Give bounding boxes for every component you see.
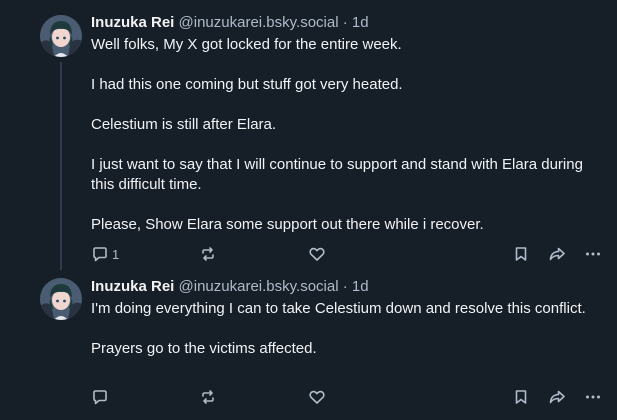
avatar[interactable]	[40, 278, 82, 320]
thread-feed: Inuzuka Rei @inuzukarei.bsky.social · 1d…	[0, 0, 617, 420]
bookmark-button[interactable]	[512, 387, 530, 407]
reply-count: 1	[112, 246, 120, 262]
post-actions	[91, 387, 606, 407]
share-button[interactable]	[548, 387, 566, 407]
reply-button[interactable]: 1	[91, 244, 119, 264]
post-time[interactable]: 1d	[352, 278, 369, 295]
heart-icon	[309, 390, 325, 404]
post-body: Inuzuka Rei @inuzukarei.bsky.social · 1d…	[91, 278, 597, 359]
author-name[interactable]: Inuzuka Rei	[91, 278, 174, 295]
post-text: Well folks, My X got locked for the enti…	[91, 35, 597, 235]
post-paragraph: Prayers go to the victims affected.	[91, 340, 317, 357]
post-paragraph: I just want to say that I will continue …	[91, 156, 583, 193]
post[interactable]: Inuzuka Rei @inuzukarei.bsky.social · 1d…	[0, 264, 617, 410]
post-actions: 1	[91, 244, 606, 264]
repost-button[interactable]	[199, 244, 220, 264]
thread-line	[60, 62, 62, 270]
post-body: Inuzuka Rei @inuzukarei.bsky.social · 1d…	[91, 14, 597, 235]
reply-icon	[93, 390, 107, 405]
avatar[interactable]	[40, 15, 82, 57]
more-button[interactable]	[584, 244, 602, 264]
post-paragraph: Please, Show Elara some support out ther…	[91, 216, 484, 233]
like-button[interactable]	[308, 387, 329, 407]
post-header: Inuzuka Rei @inuzukarei.bsky.social · 1d	[91, 14, 597, 32]
post-paragraph: I had this one coming but stuff got very…	[91, 76, 403, 93]
bookmark-button[interactable]	[512, 244, 530, 264]
more-icon	[586, 252, 600, 256]
repost-button[interactable]	[199, 387, 220, 407]
more-icon	[586, 395, 600, 399]
heart-icon	[309, 247, 325, 261]
author-handle[interactable]: @inuzukarei.bsky.social	[179, 14, 339, 31]
post-time[interactable]: 1d	[352, 14, 369, 31]
author-name[interactable]: Inuzuka Rei	[91, 14, 174, 31]
bookmark-icon	[515, 247, 527, 261]
like-button[interactable]	[308, 244, 329, 264]
reply-icon	[93, 247, 107, 262]
avatar-image	[40, 278, 82, 320]
bookmark-icon	[515, 390, 527, 404]
separator-dot: ·	[342, 278, 348, 295]
more-button[interactable]	[584, 387, 602, 407]
post-paragraph: I'm doing everything I can to take Celes…	[91, 300, 586, 317]
avatar-image	[40, 15, 82, 57]
repost-icon	[202, 247, 214, 261]
post-header: Inuzuka Rei @inuzukarei.bsky.social · 1d	[91, 278, 597, 296]
post-text: I'm doing everything I can to take Celes…	[91, 299, 597, 359]
author-handle[interactable]: @inuzukarei.bsky.social	[179, 278, 339, 295]
post-paragraph: Well folks, My X got locked for the enti…	[91, 36, 402, 53]
share-icon	[549, 247, 565, 261]
repost-icon	[202, 390, 214, 404]
separator-dot: ·	[342, 14, 348, 31]
reply-button[interactable]	[91, 387, 112, 407]
share-icon	[549, 390, 565, 404]
post[interactable]: Inuzuka Rei @inuzukarei.bsky.social · 1d…	[0, 0, 617, 270]
share-button[interactable]	[548, 244, 566, 264]
post-paragraph: Celestium is still after Elara.	[91, 116, 277, 133]
